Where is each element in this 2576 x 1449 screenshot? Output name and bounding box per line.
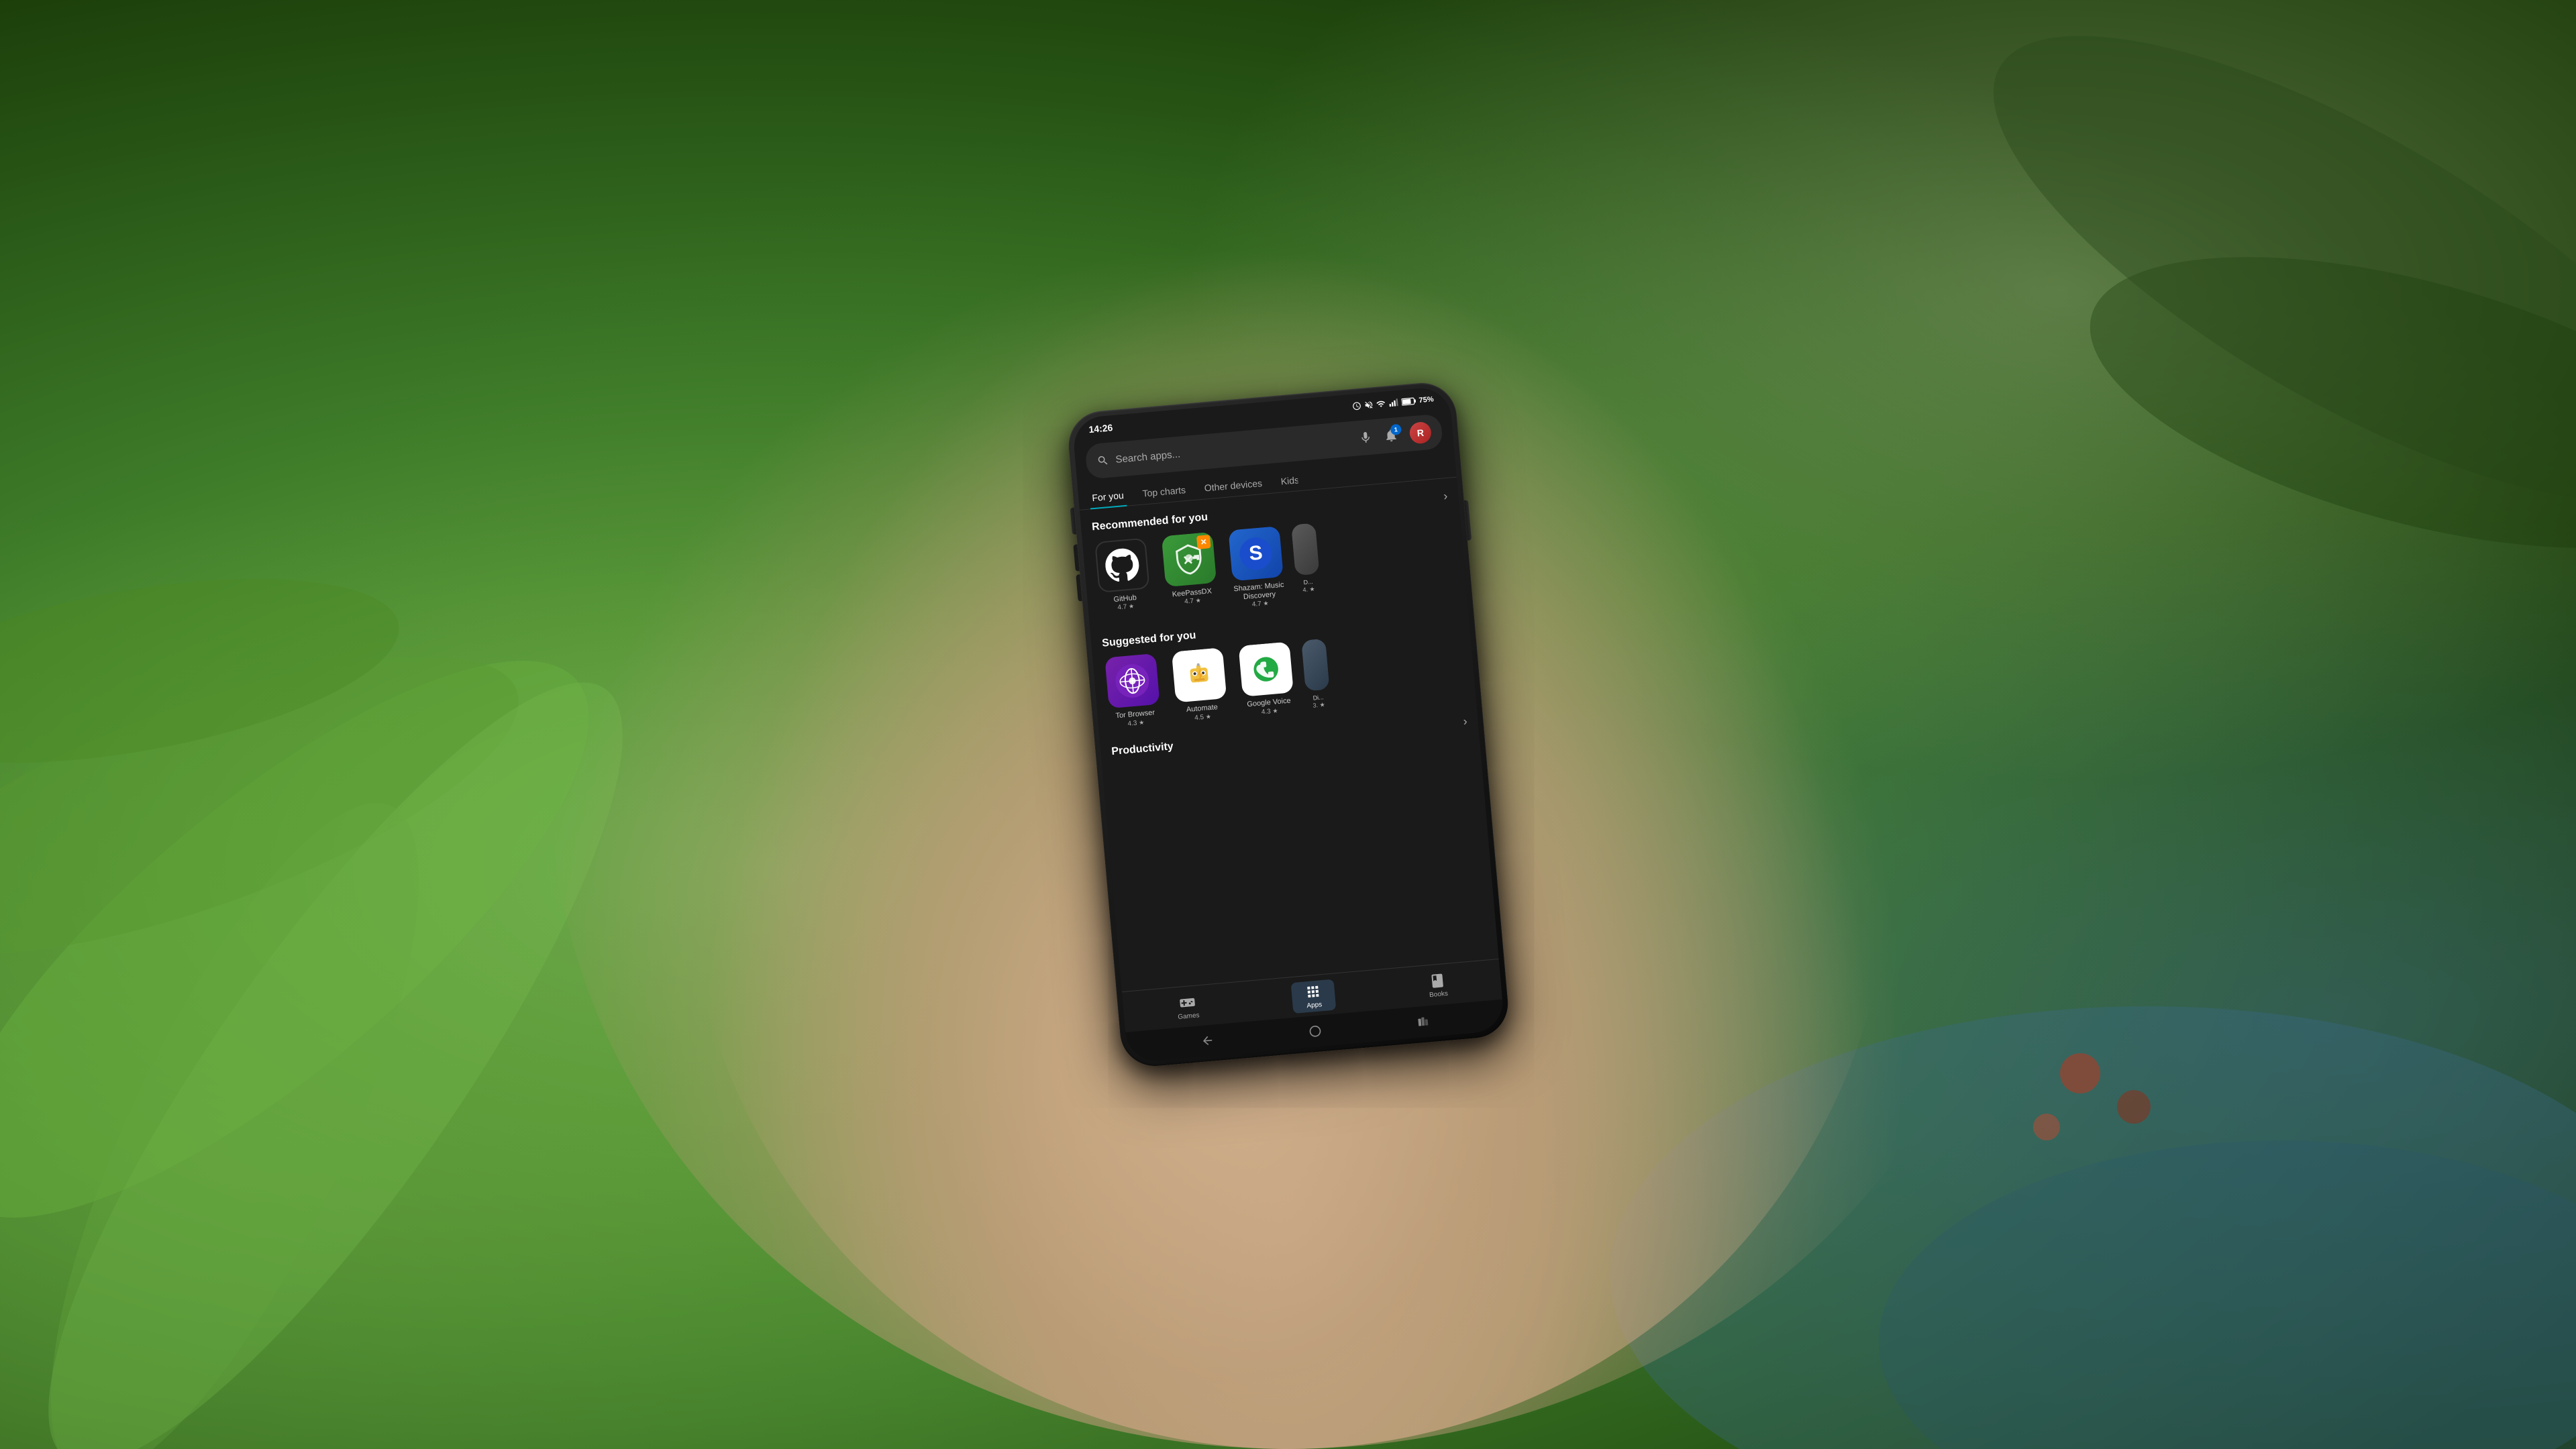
recents-button[interactable]: [1408, 1011, 1437, 1033]
phone-screen: 14:26: [1072, 386, 1505, 1063]
tab-kids[interactable]: Kids: [1277, 469, 1299, 492]
github-rating: 4.7 ★: [1117, 603, 1135, 612]
tab-top-charts[interactable]: Top charts: [1139, 479, 1189, 504]
home-button[interactable]: [1300, 1020, 1329, 1042]
productivity-title: Productivity: [1111, 741, 1174, 758]
user-avatar[interactable]: R: [1408, 421, 1432, 445]
app-shazam[interactable]: S Shazam: Music Discovery 4.7 ★: [1224, 526, 1290, 611]
shazam-rating: 4.7 ★: [1251, 600, 1269, 608]
app-partial-recommended[interactable]: D... 4. ★: [1291, 523, 1322, 604]
keepass-icon: ✕ ✕: [1161, 532, 1216, 587]
tor-icon: [1104, 653, 1160, 708]
shazam-icon: S: [1228, 526, 1283, 581]
google-voice-rating: 4.3 ★: [1261, 707, 1278, 716]
recommended-title: Recommended for you: [1091, 511, 1208, 533]
partial-app-icon: [1291, 523, 1319, 576]
apps-icon: [1304, 983, 1322, 1000]
tab-for-you[interactable]: For you: [1088, 484, 1127, 509]
book-icon: [1429, 972, 1446, 989]
app-github[interactable]: GitHub 4.7 ★: [1090, 537, 1156, 623]
app-tor[interactable]: Tor Browser 4.3 ★: [1100, 653, 1166, 729]
phone: 14:26: [1066, 380, 1510, 1069]
suggested-title: Suggested for you: [1101, 630, 1196, 650]
notification-badge[interactable]: 1: [1379, 424, 1402, 447]
automate-icon: [1171, 648, 1226, 703]
tor-rating: 4.3 ★: [1127, 718, 1145, 727]
gamepad-icon: [1178, 994, 1196, 1012]
svg-text:S: S: [1248, 541, 1264, 565]
search-input[interactable]: Search apps...: [1115, 433, 1352, 466]
status-icons: 75%: [1351, 394, 1434, 411]
mute-icon: [1363, 400, 1374, 410]
nav-games[interactable]: Games: [1162, 990, 1213, 1025]
microphone-icon[interactable]: [1358, 431, 1373, 445]
battery-icon: [1401, 397, 1416, 407]
app-automate[interactable]: Automate 4.5 ★: [1167, 647, 1232, 723]
status-time: 14:26: [1088, 422, 1113, 435]
productivity-arrow[interactable]: ›: [1462, 714, 1467, 728]
app-keepass[interactable]: ✕ ✕ KeePassDX 4.7 ★: [1157, 531, 1223, 616]
signal-icon: [1388, 398, 1399, 408]
apps-label: Apps: [1306, 1001, 1323, 1010]
back-button[interactable]: [1193, 1030, 1221, 1052]
google-voice-icon: [1238, 642, 1293, 697]
svg-text:✕: ✕: [1182, 553, 1194, 568]
search-icon: [1096, 454, 1109, 468]
keepass-rating: 4.7 ★: [1184, 597, 1201, 606]
battery-percent: 75%: [1419, 395, 1434, 405]
app-partial-suggested[interactable]: Di... 3. ★: [1301, 639, 1331, 712]
github-icon: [1094, 538, 1149, 593]
automate-rating: 4.5 ★: [1194, 713, 1211, 722]
search-right-controls: 1 R: [1357, 421, 1431, 449]
wifi-icon: [1376, 399, 1386, 409]
shazam-name: Shazam: Music Discovery: [1229, 580, 1289, 603]
nav-apps[interactable]: Apps: [1290, 979, 1336, 1014]
app-google-voice[interactable]: Google Voice 4.3 ★: [1234, 641, 1299, 717]
partial-app2-icon: [1301, 639, 1329, 692]
alarm-icon: [1351, 401, 1361, 411]
books-label: Books: [1429, 990, 1448, 999]
store-content: Recommended for you › GitHub: [1080, 478, 1502, 1034]
nav-books[interactable]: Books: [1414, 968, 1462, 1003]
games-label: Games: [1177, 1012, 1199, 1021]
phone-outer: 14:26: [1066, 380, 1510, 1069]
recommended-arrow[interactable]: ›: [1443, 489, 1448, 503]
